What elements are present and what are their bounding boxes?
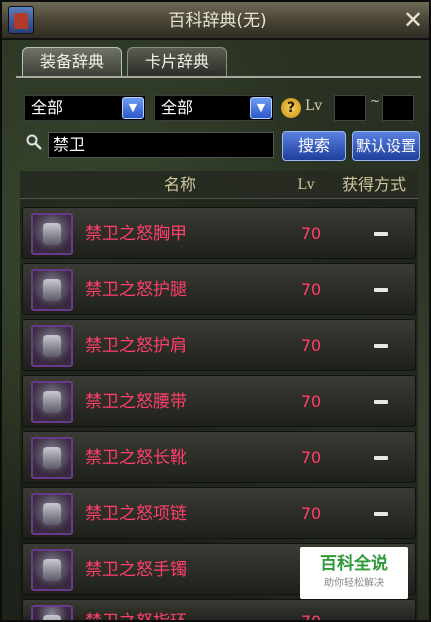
level-min-input[interactable] bbox=[334, 95, 366, 121]
encyclopedia-window: 百科辞典(无) ✕ 装备辞典 卡片辞典 全部 ▼ 全部 ▼ ? Lv ~ 禁卫 … bbox=[0, 0, 431, 622]
chest-armor-icon bbox=[31, 213, 73, 255]
item-name: 禁卫之怒胸甲 bbox=[85, 224, 187, 244]
list-item[interactable]: 禁卫之怒胸甲 70 bbox=[22, 207, 416, 259]
source-dash bbox=[374, 232, 388, 236]
chevron-down-icon[interactable]: ▼ bbox=[122, 97, 144, 119]
necklace-icon bbox=[31, 493, 73, 535]
subcategory-select-value: 全部 bbox=[161, 98, 194, 117]
item-level: 70 bbox=[300, 392, 322, 411]
item-level: 70 bbox=[300, 504, 322, 523]
list-item[interactable]: 禁卫之怒护腿 70 bbox=[22, 263, 416, 315]
item-name: 禁卫之怒手镯 bbox=[85, 560, 187, 580]
search-icon bbox=[26, 134, 42, 150]
source-dash bbox=[374, 512, 388, 516]
list-header: 名称 Lv 获得方式 bbox=[20, 171, 418, 199]
close-icon[interactable]: ✕ bbox=[401, 8, 425, 32]
bracelet-icon bbox=[31, 549, 73, 591]
source-dash bbox=[374, 400, 388, 404]
title-bar[interactable]: 百科辞典(无) ✕ bbox=[2, 2, 429, 40]
chevron-down-icon[interactable]: ▼ bbox=[250, 97, 272, 119]
source-dash bbox=[374, 288, 388, 292]
list-item[interactable]: 禁卫之怒腰带 70 bbox=[22, 375, 416, 427]
subcategory-select[interactable]: 全部 ▼ bbox=[154, 95, 274, 121]
column-name[interactable]: 名称 bbox=[120, 171, 240, 199]
level-max-input[interactable] bbox=[382, 95, 414, 121]
list-item[interactable]: 禁卫之怒长靴 70 bbox=[22, 431, 416, 483]
item-name: 禁卫之怒腰带 bbox=[85, 392, 187, 412]
column-lv[interactable]: Lv bbox=[282, 171, 330, 199]
range-separator: ~ bbox=[370, 94, 381, 108]
leg-armor-icon bbox=[31, 269, 73, 311]
boots-icon bbox=[31, 437, 73, 479]
search-button[interactable]: 搜索 bbox=[282, 131, 346, 161]
ring-icon bbox=[31, 605, 73, 620]
item-level: 70 bbox=[300, 336, 322, 355]
list-item[interactable]: 禁卫之怒项链 70 bbox=[22, 487, 416, 539]
item-level: 70 bbox=[300, 224, 322, 243]
item-name: 禁卫之怒指环 bbox=[85, 612, 187, 622]
category-select[interactable]: 全部 ▼ bbox=[24, 95, 146, 121]
search-input[interactable]: 禁卫 bbox=[48, 132, 274, 158]
source-dash bbox=[374, 456, 388, 460]
list-item[interactable]: 禁卫之怒指环 70 bbox=[22, 599, 416, 622]
category-select-value: 全部 bbox=[31, 98, 64, 117]
item-level: 70 bbox=[300, 280, 322, 299]
list-item[interactable]: 禁卫之怒护肩 70 bbox=[22, 319, 416, 371]
shoulder-armor-icon bbox=[31, 325, 73, 367]
belt-icon bbox=[31, 381, 73, 423]
window-title: 百科辞典(无) bbox=[168, 11, 267, 31]
item-name: 禁卫之怒护肩 bbox=[85, 336, 187, 356]
default-settings-button[interactable]: 默认设置 bbox=[352, 131, 420, 161]
level-label: Lv bbox=[305, 98, 323, 114]
item-level: 70 bbox=[300, 448, 322, 467]
tab-card[interactable]: 卡片辞典 bbox=[127, 47, 227, 77]
source-dash bbox=[374, 344, 388, 348]
item-name: 禁卫之怒护腿 bbox=[85, 280, 187, 300]
watermark-title: 百科全说 bbox=[320, 554, 388, 574]
tab-divider bbox=[16, 76, 421, 78]
column-source[interactable]: 获得方式 bbox=[332, 171, 416, 199]
item-name: 禁卫之怒项链 bbox=[85, 504, 187, 524]
help-icon[interactable]: ? bbox=[281, 98, 301, 118]
watermark-logo: 百科全说 助你轻松解决 bbox=[300, 547, 408, 599]
item-name: 禁卫之怒长靴 bbox=[85, 448, 187, 468]
item-level: 70 bbox=[300, 612, 322, 622]
tab-equipment[interactable]: 装备辞典 bbox=[22, 47, 122, 77]
watermark-subtitle: 助你轻松解决 bbox=[324, 578, 384, 589]
